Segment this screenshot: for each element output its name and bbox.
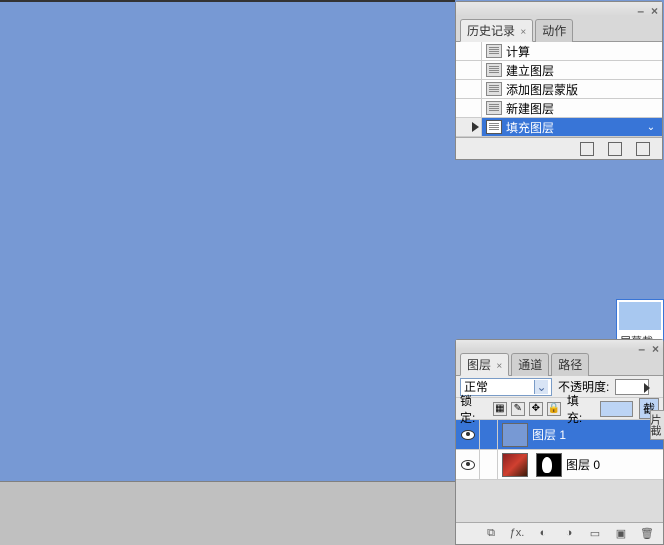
lock-icons-group: ▦ ✎ ✥ 🔒 (493, 402, 561, 416)
layers-panel: – × 图层 × 通道 路径 正常 ⌄ 不透明度: 锁定: ▦ ✎ ✥ 🔒 填充… (455, 339, 664, 545)
layers-empty-area (456, 480, 663, 522)
eye-icon (461, 430, 475, 440)
history-panel: – × 历史记录 × 动作 计算 建立图层 添加图层蒙版 新建 (455, 1, 663, 160)
layers-footer: ⧉ ƒx. ◐ ◑ ▭ ▣ 🗑 (456, 522, 663, 544)
tab-channels[interactable]: 通道 (511, 353, 549, 376)
lock-position-icon[interactable]: ✥ (529, 402, 543, 416)
history-item-label: 添加图层蒙版 (506, 81, 578, 98)
history-item-label: 建立图层 (506, 62, 554, 79)
layers-tabs: 图层 × 通道 路径 (456, 350, 663, 376)
fill-label: 填充: (567, 392, 594, 426)
history-gutter[interactable] (456, 99, 482, 117)
document-icon (486, 63, 502, 77)
trash-icon[interactable]: 🗑 (639, 527, 655, 541)
new-document-icon[interactable] (608, 142, 622, 156)
lock-all-icon[interactable]: 🔒 (547, 402, 561, 416)
close-icon[interactable]: × (652, 342, 659, 356)
layer-lock-cell[interactable] (480, 450, 498, 479)
fx-icon[interactable]: ƒx. (509, 527, 525, 541)
canvas-top-border (0, 0, 455, 2)
blend-opacity-row: 正常 ⌄ 不透明度: (456, 376, 663, 398)
opacity-slider[interactable] (615, 379, 649, 395)
adjustment-icon[interactable]: ◑ (561, 527, 577, 541)
lock-fill-row: 锁定: ▦ ✎ ✥ 🔒 填充: 截 (456, 398, 663, 420)
trash-icon[interactable] (636, 142, 650, 156)
layer-name[interactable]: 图层 0 (566, 456, 600, 473)
minimize-icon[interactable]: – (637, 4, 644, 18)
history-item-label: 新建图层 (506, 100, 554, 117)
lock-paint-icon[interactable]: ✎ (511, 402, 525, 416)
layer-thumbnail[interactable] (502, 453, 528, 477)
visibility-toggle[interactable] (456, 420, 480, 449)
side-tab[interactable]: 片截 (650, 410, 664, 440)
tab-history[interactable]: 历史记录 × (460, 19, 533, 42)
layer-row[interactable]: 图层 0 (456, 450, 663, 480)
layer-name[interactable]: 图层 1 (532, 426, 566, 443)
history-gutter[interactable] (456, 80, 482, 98)
history-item[interactable]: 建立图层 (456, 61, 662, 80)
history-footer (456, 137, 662, 159)
new-layer-icon[interactable]: ▣ (613, 527, 629, 541)
chevron-down-icon[interactable]: ⌄ (644, 122, 658, 133)
layers-panel-titlebar[interactable]: – × (456, 340, 663, 350)
history-gutter[interactable] (456, 61, 482, 79)
layer-thumbnail[interactable] (502, 423, 528, 447)
layer-mask-thumbnail[interactable] (536, 453, 562, 477)
tab-channels-label: 通道 (518, 358, 542, 372)
fill-slider[interactable] (600, 401, 633, 417)
history-list: 计算 建立图层 添加图层蒙版 新建图层 填充图层 ⌄ (456, 42, 662, 137)
thumbnail-preview (619, 302, 661, 330)
document-icon (486, 44, 502, 58)
history-item-label: 填充图层 (506, 119, 554, 136)
document-icon (486, 101, 502, 115)
tab-layers[interactable]: 图层 × (460, 353, 509, 376)
mask-icon[interactable]: ◐ (535, 527, 551, 541)
close-icon[interactable]: × (496, 361, 502, 372)
minimize-icon[interactable]: – (638, 342, 645, 356)
lock-transparency-icon[interactable]: ▦ (493, 402, 507, 416)
history-tabs: 历史记录 × 动作 (456, 16, 662, 42)
layer-lock-cell[interactable] (480, 420, 498, 449)
layer-list: 图层 1 图层 0 (456, 420, 663, 480)
slider-arrow-icon (644, 383, 650, 393)
workspace-gray-area (0, 481, 455, 545)
document-icon (486, 120, 502, 134)
visibility-toggle[interactable] (456, 450, 480, 479)
close-icon[interactable]: × (520, 27, 526, 38)
folder-icon[interactable]: ▭ (587, 527, 603, 541)
play-icon (472, 122, 479, 132)
link-icon[interactable]: ⧉ (483, 527, 499, 541)
layer-row-selected[interactable]: 图层 1 (456, 420, 663, 450)
history-item[interactable]: 新建图层 (456, 99, 662, 118)
history-item-label: 计算 (506, 43, 530, 60)
history-gutter[interactable] (456, 42, 482, 60)
tab-paths[interactable]: 路径 (551, 353, 589, 376)
history-gutter[interactable] (456, 118, 482, 136)
tab-paths-label: 路径 (558, 358, 582, 372)
tab-history-label: 历史记录 (467, 24, 515, 38)
new-snapshot-icon[interactable] (580, 142, 594, 156)
close-icon[interactable]: × (651, 4, 658, 18)
history-item[interactable]: 计算 (456, 42, 662, 61)
chevron-down-icon: ⌄ (534, 380, 548, 394)
history-item-selected[interactable]: 填充图层 ⌄ (456, 118, 662, 137)
tab-actions-label: 动作 (542, 24, 566, 38)
eye-icon (461, 460, 475, 470)
history-item[interactable]: 添加图层蒙版 (456, 80, 662, 99)
tab-actions[interactable]: 动作 (535, 19, 573, 42)
history-panel-titlebar[interactable]: – × (456, 2, 662, 16)
document-icon (486, 82, 502, 96)
tab-layers-label: 图层 (467, 358, 491, 372)
